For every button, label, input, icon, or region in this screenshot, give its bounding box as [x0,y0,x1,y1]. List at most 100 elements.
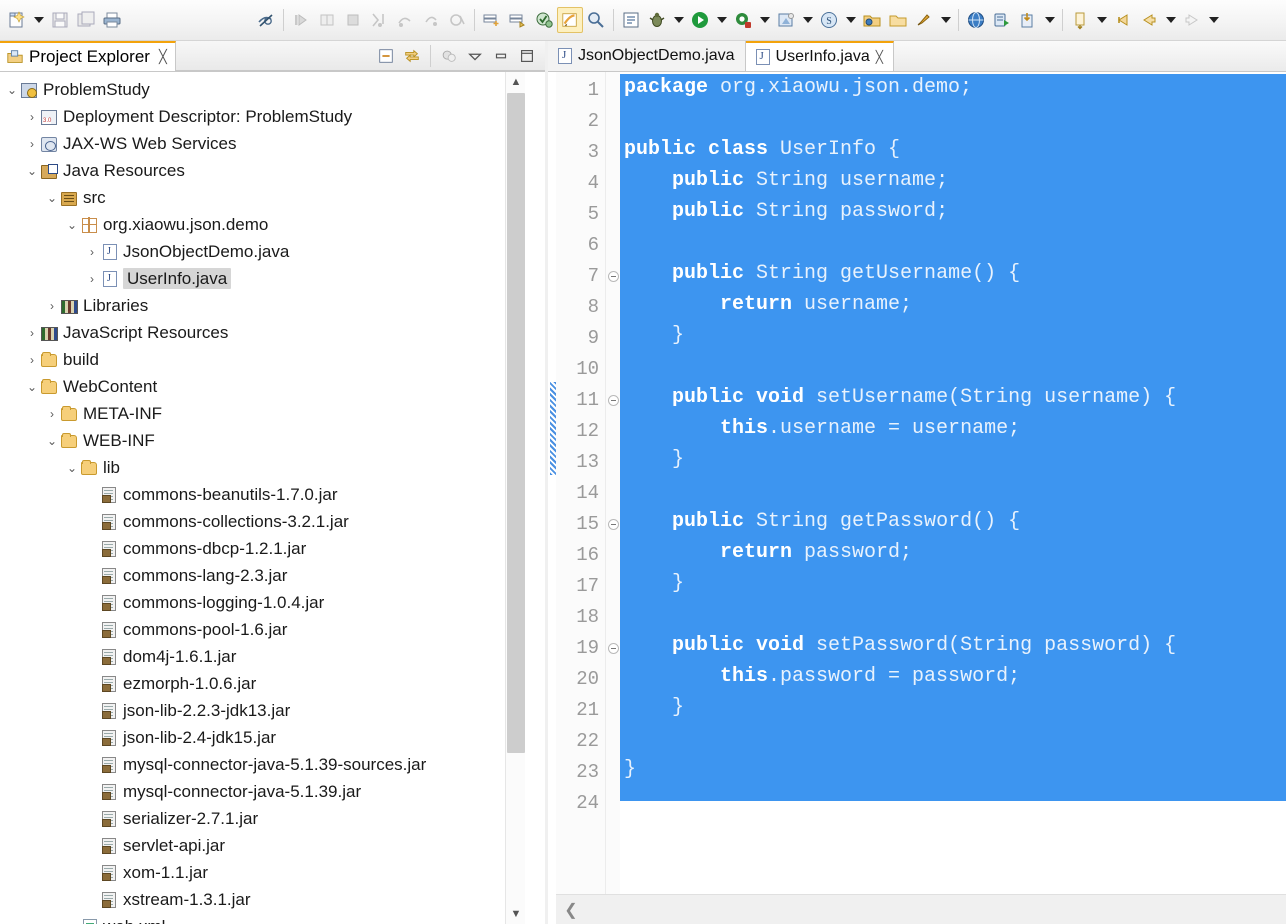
tree-item[interactable]: ezmorph-1.0.6.jar [0,670,525,697]
fold-toggle-icon[interactable] [608,395,619,406]
back-icon[interactable] [1136,6,1162,34]
scroll-left-icon[interactable]: ❮ [556,900,586,920]
new-wizard-icon[interactable] [4,6,30,34]
code-line[interactable]: return password; [620,537,1286,568]
back-caret-icon[interactable] [1162,6,1179,34]
code-line[interactable] [620,351,1286,382]
editor-horizontal-scrollbar[interactable]: ❮ [556,894,1286,924]
open-task-icon[interactable] [618,6,644,34]
code-line[interactable] [620,227,1286,258]
fold-toggle-icon[interactable] [608,643,619,654]
new-java-class-icon[interactable] [479,6,505,34]
chevron-right-icon[interactable]: › [64,920,80,924]
code-line[interactable]: package org.xiaowu.json.demo; [620,72,1286,103]
tree-item[interactable]: commons-dbcp-1.2.1.jar [0,535,525,562]
chevron-right-icon[interactable]: › [24,137,40,151]
view-menu-icon[interactable] [463,44,487,68]
tree-item[interactable]: › build [0,346,525,373]
tree-item[interactable]: dom4j-1.6.1.jar [0,643,525,670]
java-perspective-icon[interactable] [557,7,583,33]
deploy-icon[interactable] [911,6,937,34]
close-icon[interactable]: ╳ [876,50,883,64]
debug-icon[interactable] [644,6,670,34]
code-line[interactable]: public class UserInfo { [620,134,1286,165]
tree-item[interactable]: mysql-connector-java-5.1.39.jar [0,778,525,805]
scroll-down-icon[interactable]: ▼ [506,904,526,924]
scroll-up-icon[interactable]: ▲ [506,72,526,92]
code-line[interactable] [620,103,1286,134]
tree-item[interactable]: commons-collections-3.2.1.jar [0,508,525,535]
folder-icon[interactable] [885,6,911,34]
tree-item[interactable]: serializer-2.7.1.jar [0,805,525,832]
open-project-icon[interactable] [859,6,885,34]
tree-item[interactable]: ⌄ WebContent [0,373,525,400]
tree-item[interactable]: servlet-api.jar [0,832,525,859]
chevron-down-icon[interactable]: ⌄ [24,380,40,394]
code-line[interactable] [620,723,1286,754]
tree-item[interactable]: › Libraries [0,292,525,319]
code-line[interactable]: public String getPassword() { [620,506,1286,537]
chevron-down-icon[interactable]: ⌄ [4,83,20,97]
code-line[interactable] [620,475,1286,506]
tree-item[interactable]: ⌄ WEB-INF [0,427,525,454]
code-line[interactable]: } [620,568,1286,599]
code-line[interactable]: } [620,754,1286,785]
publish-icon[interactable] [1015,6,1041,34]
external-tools-caret-icon[interactable] [799,6,816,34]
code-line[interactable]: } [620,692,1286,723]
code-line[interactable] [620,785,1286,816]
chevron-down-icon[interactable]: ⌄ [44,191,60,205]
tree-item[interactable]: json-lib-2.4-jdk15.jar [0,724,525,751]
chevron-right-icon[interactable]: › [84,245,100,259]
collapse-all-icon[interactable] [374,44,398,68]
close-icon[interactable]: ╳ [159,49,167,65]
chevron-down-icon[interactable]: ⌄ [24,164,40,178]
chevron-right-icon[interactable]: › [24,110,40,124]
tree-item[interactable]: ⌄ Java Resources [0,157,525,184]
code-line[interactable]: public String password; [620,196,1286,227]
tree-item[interactable]: commons-lang-2.3.jar [0,562,525,589]
code-line[interactable]: } [620,320,1286,351]
tree-item[interactable]: › JavaScript Resources [0,319,525,346]
chevron-right-icon[interactable]: › [44,299,60,313]
folding-column[interactable] [606,72,620,894]
tree-item[interactable]: commons-pool-1.6.jar [0,616,525,643]
next-annotation-icon[interactable] [1067,6,1093,34]
code-line[interactable]: return username; [620,289,1286,320]
svn-icon[interactable]: S [816,6,842,34]
tree-item[interactable]: › web.xml [0,913,525,924]
svn-caret-icon[interactable] [842,6,859,34]
tree-item[interactable]: ⌄ lib [0,454,525,481]
new-dropdown-caret-icon[interactable] [30,6,47,34]
tree-item[interactable]: › UserInfo.java [0,265,525,292]
external-tools-icon[interactable] [773,6,799,34]
previous-edit-icon[interactable] [1110,6,1136,34]
debug-caret-icon[interactable] [670,6,687,34]
chevron-down-icon[interactable]: ⌄ [64,218,80,232]
open-type-icon[interactable] [531,6,557,34]
profile-icon[interactable] [730,6,756,34]
tab-project-explorer[interactable]: Project Explorer ╳ [0,41,176,71]
tree-item[interactable]: ⌄ ProblemStudy [0,76,525,103]
maximize-icon[interactable] [515,44,539,68]
tree-item[interactable]: › META-INF [0,400,525,427]
toggle-mark-occurrences-icon[interactable] [253,6,279,34]
editor-tab-jsonobjectdemo[interactable]: JsonObjectDemo.java [548,41,746,71]
editor-tab-userinfo[interactable]: UserInfo.java ╳ [745,41,895,71]
minimize-icon[interactable] [489,44,513,68]
code-line[interactable]: public void setPassword(String password)… [620,630,1286,661]
search-icon[interactable] [583,6,609,34]
chevron-right-icon[interactable]: › [24,353,40,367]
tree-item[interactable]: › JAX-WS Web Services [0,130,525,157]
fold-toggle-icon[interactable] [608,519,619,530]
code-line[interactable]: this.password = password; [620,661,1286,692]
project-tree-scrollbar[interactable]: ▲ ▼ [505,72,525,924]
fold-toggle-icon[interactable] [608,271,619,282]
chevron-down-icon[interactable]: ⌄ [64,461,80,475]
code-line[interactable] [620,599,1286,630]
code-line[interactable]: public String username; [620,165,1286,196]
print-icon[interactable] [99,6,125,34]
profile-dropdown-caret-icon[interactable] [756,6,773,34]
tree-item[interactable]: › Deployment Descriptor: ProblemStudy [0,103,525,130]
run-icon[interactable] [687,6,713,34]
